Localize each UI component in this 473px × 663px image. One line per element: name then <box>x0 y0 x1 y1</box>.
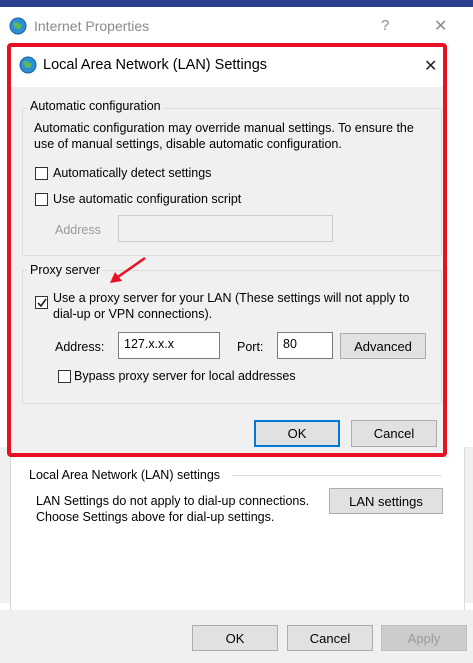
help-button[interactable]: ? <box>381 17 389 34</box>
window-title: Internet Properties <box>34 18 150 34</box>
lan-settings-dialog: Local Area Network (LAN) Settings ✕ Auto… <box>7 43 447 457</box>
proxy-port-input[interactable]: 80 <box>277 332 333 359</box>
proxy-address-input[interactable]: 127.x.x.x <box>118 332 220 359</box>
use-proxy-label: Use a proxy server for your LAN (These s… <box>53 291 410 321</box>
cancel-button[interactable]: Cancel <box>287 625 373 651</box>
proxy-port-label: Port: <box>237 340 264 354</box>
arrow-icon <box>110 256 146 283</box>
script-address-field[interactable] <box>118 215 333 242</box>
proxy-title: Proxy server <box>27 263 104 277</box>
lan-section-title: Local Area Network (LAN) settings <box>29 468 221 482</box>
dialog-ok-button[interactable]: OK <box>254 420 340 447</box>
auto-script-label: Use automatic configuration script <box>53 192 242 206</box>
proxy-address-label: Address: <box>55 340 105 354</box>
globe-icon <box>19 56 37 74</box>
ok-button[interactable]: OK <box>192 625 278 651</box>
lan-settings-button[interactable]: LAN settings <box>329 488 443 514</box>
checkmark-icon <box>37 298 47 308</box>
bypass-local-label: Bypass proxy server for local addresses <box>74 369 296 383</box>
auto-config-description: Automatic configuration may override man… <box>34 121 414 151</box>
auto-detect-label: Automatically detect settings <box>53 166 212 180</box>
auto-script-checkbox[interactable] <box>35 193 48 206</box>
close-icon[interactable]: ✕ <box>434 16 447 36</box>
desktop-strip <box>0 0 473 7</box>
dialog-cancel-button[interactable]: Cancel <box>351 420 437 447</box>
apply-button[interactable]: Apply <box>381 625 467 651</box>
close-icon[interactable]: ✕ <box>424 56 437 76</box>
lan-section-description: LAN Settings do not apply to dial-up con… <box>36 494 310 524</box>
dialog-title: Local Area Network (LAN) Settings <box>43 57 268 73</box>
advanced-button[interactable]: Advanced <box>340 333 426 359</box>
auto-detect-checkbox[interactable] <box>35 167 48 180</box>
lan-section-divider <box>232 475 442 476</box>
globe-icon <box>9 17 27 35</box>
bypass-local-checkbox[interactable] <box>58 370 71 383</box>
script-address-label: Address <box>55 223 101 237</box>
auto-config-title: Automatic configuration <box>27 99 164 113</box>
